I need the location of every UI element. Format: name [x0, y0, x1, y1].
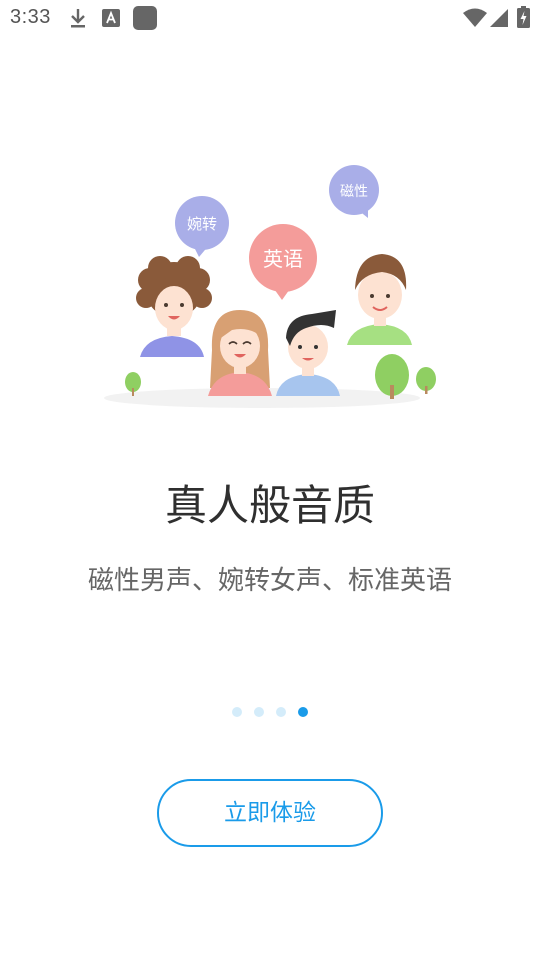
bubble-label-wanzhuan: 婉转 — [187, 215, 217, 233]
page-subtitle: 磁性男声、婉转女声、标准英语 — [87, 566, 452, 596]
speech-bubble-wanzhuan: 婉转 — [175, 196, 229, 257]
status-time: 3:33 — [10, 6, 51, 28]
app-square-icon — [133, 6, 157, 30]
font-a-icon — [102, 9, 120, 27]
person-curly-hair-avatar — [136, 256, 212, 357]
person-long-hair-avatar — [208, 310, 272, 396]
status-bar: 3:33 — [0, 0, 540, 36]
start-experience-button[interactable]: 立即体验 — [157, 779, 383, 847]
bubble-label-yingyu: 英语 — [263, 247, 303, 271]
page-title: 真人般音质 — [164, 481, 375, 530]
signal-icon — [490, 9, 508, 27]
speech-bubble-yingyu: 英语 — [249, 224, 317, 300]
page-indicator — [0, 707, 540, 719]
person-dark-hair-avatar — [276, 310, 340, 396]
onboarding-illustration: 婉转 英语 磁性 — [104, 165, 436, 408]
bubble-label-cixing: 磁性 — [340, 184, 368, 200]
wifi-icon — [463, 8, 487, 27]
tree-icon — [416, 367, 436, 394]
speech-bubble-cixing: 磁性 — [329, 165, 379, 218]
page-dot — [276, 707, 286, 717]
page-dot — [232, 707, 242, 717]
page-dot — [254, 707, 264, 717]
battery-charging-icon — [517, 6, 530, 28]
download-icon — [71, 9, 85, 28]
person-brown-hair-avatar — [347, 254, 412, 345]
page-dot-active — [298, 707, 308, 717]
